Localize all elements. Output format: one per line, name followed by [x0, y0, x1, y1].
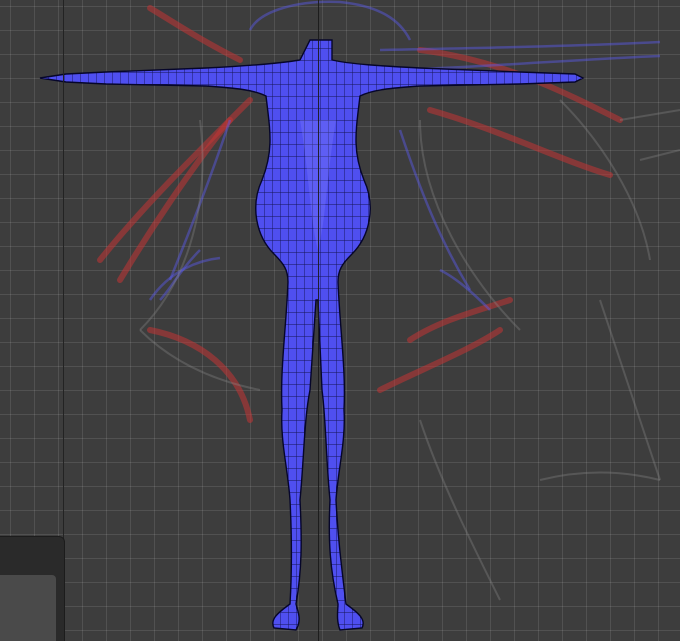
viewport-scene[interactable] — [0, 0, 680, 641]
reference-sketch-blue — [148, 0, 661, 311]
reference-sketch-gray — [139, 99, 680, 601]
panel-inner — [0, 575, 56, 641]
bottom-left-panel[interactable] — [0, 536, 65, 641]
3d-viewport[interactable] — [0, 0, 680, 641]
vertical-axis-line — [318, 0, 319, 641]
